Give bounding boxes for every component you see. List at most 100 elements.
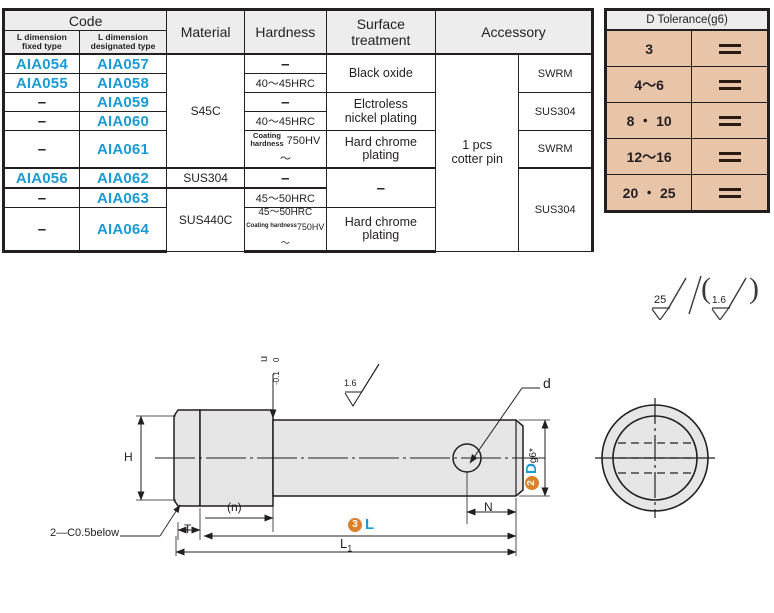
cell-accessory-material: SWRM	[518, 130, 594, 169]
header-code-designated-type: L dimension designated type	[78, 30, 168, 55]
cell-code-fixed: AIA056	[2, 167, 80, 189]
cell-hardness: 45～50HRC	[243, 187, 327, 208]
cell-material: SUS440C	[166, 187, 245, 252]
tolerance-upper-dash	[718, 151, 741, 155]
dimension-label-D-fit: g6	[528, 452, 539, 464]
cell-code-designated: AIA060	[78, 111, 168, 131]
cell-surface-treatment: Hard chrome plating	[325, 207, 437, 253]
table-header-row-1: Code Material Hardness Surface treatment…	[1, 8, 594, 55]
paren-close: )	[749, 272, 759, 305]
cell-code-fixed: –	[2, 187, 80, 208]
dimension-label-u: u	[258, 355, 270, 362]
dimension-label-L-group: 3L	[348, 516, 374, 534]
tolerance-row: 12～16	[603, 138, 770, 175]
dimension-label-T: T	[184, 522, 192, 536]
roughness-value-secondary: 1.6	[712, 295, 726, 306]
surface-roughness-symbols: 25 1.6 ( )	[648, 268, 772, 322]
accessory-line2: cotter pin	[451, 152, 503, 166]
specification-table: Code Material Hardness Surface treatment…	[1, 8, 594, 253]
tolerance-value	[691, 66, 770, 103]
cell-hardness: 45～50HRC Coating hardness750HV～	[243, 207, 327, 253]
tolerance-size: 4～6	[603, 66, 693, 103]
cell-accessory-material: SUS304	[518, 92, 594, 131]
cell-code-fixed: –	[2, 207, 80, 253]
cell-code-designated: AIA064	[78, 207, 168, 253]
cell-code-fixed: –	[2, 111, 80, 131]
tolerance-row: 8 ・ 10	[603, 102, 770, 139]
coating-hardness-label: Coating hardness	[250, 132, 283, 147]
callout-badge-2: 2	[524, 476, 539, 490]
tolerance-header-row: D Tolerance(g6)	[604, 8, 770, 31]
tolerance-upper-dash	[718, 187, 741, 191]
cell-code-designated: AIA063	[78, 187, 168, 208]
header-code: Code	[1, 8, 168, 31]
surface-line2: nickel plating	[344, 110, 417, 125]
technical-drawing: H u 0 -0.1 1.6 T (n) 2—C0.5below 3L L1 N…	[0, 340, 774, 608]
surface-line1: Elctroless	[353, 97, 408, 112]
table-row: AIA054 AIA057 S45C – Black oxide 1 pcs c…	[2, 53, 594, 252]
chamfer-note: 2—C0.5below	[50, 527, 120, 539]
tolerance-lower-dash	[718, 50, 741, 54]
tolerance-table: D Tolerance(g6) 3 4～6 8 ・ 10 12～16 20 ・ …	[603, 8, 770, 213]
tolerance-size: 3	[603, 29, 693, 67]
cell-code-designated: AIA057	[78, 53, 168, 74]
tolerance-header: D Tolerance(g6)	[604, 8, 770, 31]
dimension-label-H: H	[124, 450, 133, 464]
cell-code-fixed: AIA054	[2, 53, 80, 74]
header-accessory: Accessory	[435, 8, 594, 55]
header-code-designated-line2: designated type	[90, 41, 156, 51]
hardness-value: 45～50HRC	[258, 207, 313, 218]
dimension-label-L1: L1	[340, 536, 352, 554]
cell-hardness: 40～45HRC	[243, 73, 327, 93]
cell-code-designated: AIA058	[78, 73, 168, 93]
tolerance-upper-dash	[718, 115, 741, 119]
tolerance-lower-dash	[718, 86, 741, 90]
cell-surface-treatment: Elctroless nickel plating	[325, 92, 437, 131]
cell-code-fixed: –	[2, 92, 80, 112]
roughness-value-primary: 25	[654, 294, 667, 306]
cell-hardness: –	[243, 53, 327, 74]
tolerance-value	[691, 102, 770, 139]
cell-material: S45C	[166, 53, 245, 169]
accessory-line1: 1 pcs	[462, 138, 493, 153]
tolerance-value	[691, 174, 770, 213]
dimension-label-N: N	[484, 500, 493, 514]
cell-hardness: 40～45HRC	[243, 111, 327, 131]
cell-hardness: –	[243, 167, 327, 189]
tolerance-upper-dash	[718, 43, 741, 47]
tolerance-row: 20 ・ 25	[603, 174, 770, 213]
header-code-fixed-type: L dimension fixed type	[2, 30, 80, 55]
cell-accessory-material: SWRM	[518, 53, 594, 93]
cell-hardness: Coating hardness 750HV～	[243, 130, 327, 169]
dimension-label-D-group: 2 Dg6*	[523, 448, 540, 490]
tolerance-value	[691, 29, 770, 67]
header-code-fixed-line2: fixed type	[22, 41, 62, 51]
dimension-label-u-tolerance-lower: -0.1	[272, 371, 281, 385]
tolerance-row: 4～6	[603, 66, 770, 103]
header-material: Material	[166, 8, 245, 55]
tolerance-upper-dash	[718, 79, 741, 83]
tolerance-size: 20 ・ 25	[603, 174, 693, 213]
tolerance-row: 3	[603, 29, 770, 67]
tolerance-lower-dash	[718, 122, 741, 126]
cell-surface-treatment: –	[325, 167, 437, 208]
tolerance-value	[691, 138, 770, 175]
roughness-label-shaft: 1.6	[344, 378, 357, 388]
coating-hardness-label: Coating hardness	[246, 222, 297, 229]
header-surface-treatment: Surface treatment	[325, 8, 437, 55]
cell-material: SUS304	[166, 167, 245, 189]
tolerance-size: 8 ・ 10	[603, 102, 693, 139]
tolerance-lower-dash	[718, 158, 741, 162]
cell-accessory: 1 pcs cotter pin	[435, 53, 520, 252]
dimension-label-D-star: *	[528, 448, 539, 453]
cell-code-fixed: AIA055	[2, 73, 80, 93]
drawing-svg	[120, 363, 715, 556]
dimension-label-n: (n)	[227, 500, 242, 514]
cell-code-designated: AIA061	[78, 130, 168, 169]
cell-surface-treatment: Hard chrome plating	[325, 130, 437, 169]
cell-hardness: –	[243, 92, 327, 112]
cell-code-designated: AIA059	[78, 92, 168, 112]
tolerance-lower-dash	[718, 194, 741, 198]
coating-value: 750HV～	[279, 135, 321, 165]
cell-code-designated: AIA062	[78, 167, 168, 189]
